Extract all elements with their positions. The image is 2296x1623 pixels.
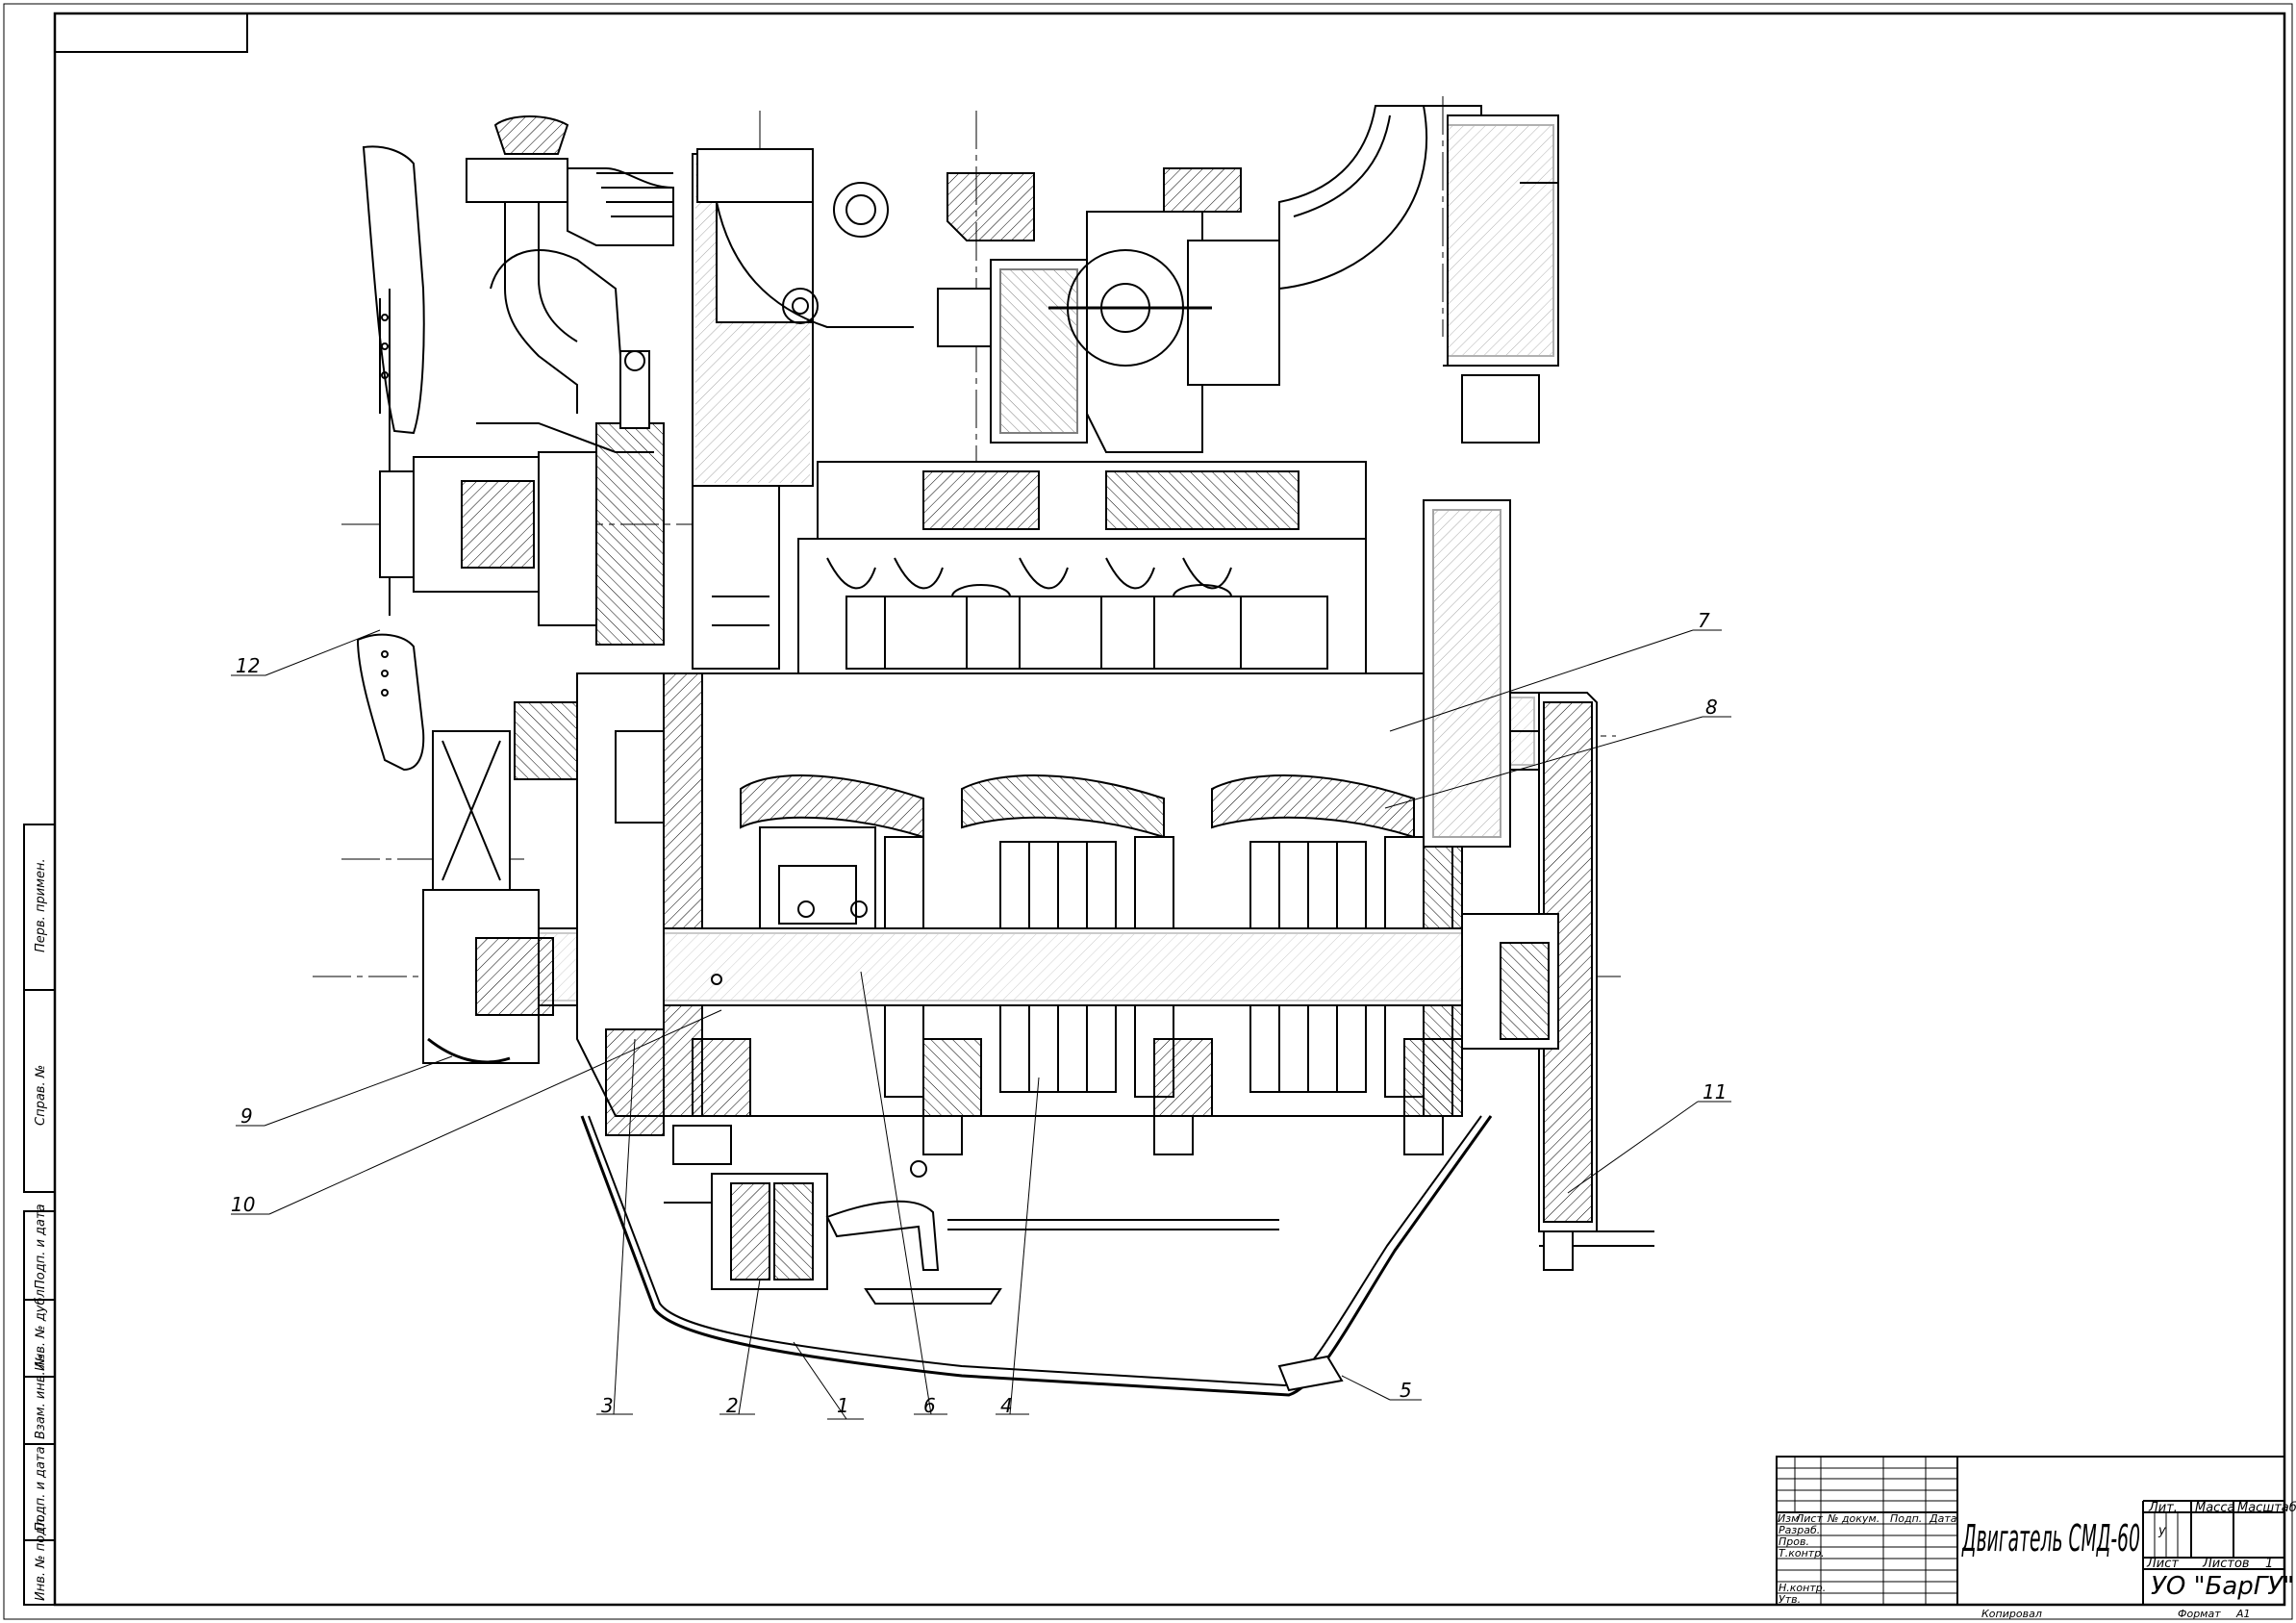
tb-masshtab: Масштаб bbox=[2237, 1501, 2296, 1515]
callout-3: 3 bbox=[601, 1394, 614, 1417]
title-block: Изм Лист № докум. Подп. Дата Разраб. Про… bbox=[1776, 1456, 2296, 1620]
tb-col-doc: № докум. bbox=[1827, 1512, 1880, 1525]
top-left-stamp-box bbox=[54, 13, 248, 53]
organization: УО "БарГУ" bbox=[2151, 1572, 2294, 1601]
engine-section-view bbox=[313, 96, 1654, 1397]
callout-5: 5 bbox=[1400, 1379, 1412, 1402]
callout-10: 10 bbox=[231, 1193, 255, 1216]
tb-list-label: Лист bbox=[2146, 1557, 2179, 1571]
tb-lit: Лит. bbox=[2148, 1501, 2178, 1515]
tb-mass-letter: у bbox=[2157, 1524, 2166, 1538]
callout-1: 1 bbox=[837, 1394, 849, 1417]
callout-7: 7 bbox=[1698, 609, 1710, 632]
callout-2: 2 bbox=[726, 1394, 739, 1417]
tb-format-label: Формат bbox=[2178, 1608, 2221, 1620]
crankshaft bbox=[523, 927, 1487, 1006]
side-vzam-inv: Взам. инв. № bbox=[34, 1355, 48, 1439]
side-perv-primen: Перв. примен. bbox=[34, 858, 48, 952]
timing-housing bbox=[576, 672, 665, 1136]
callout-12: 12 bbox=[236, 654, 260, 677]
engine-assembly-drawing: Перв. примен. Справ. № Подп. и дата Инв.… bbox=[3, 3, 2296, 1620]
tb-utv: Утв. bbox=[1779, 1593, 1801, 1606]
tb-col-date: Дата bbox=[1929, 1512, 1957, 1525]
turbocharger bbox=[937, 167, 1280, 453]
tb-listov-label: Листов bbox=[2202, 1557, 2250, 1571]
callout-8: 8 bbox=[1705, 696, 1718, 719]
callout-11: 11 bbox=[1703, 1080, 1727, 1103]
tb-sheet-number: 1 bbox=[2265, 1557, 2273, 1571]
callout-9: 9 bbox=[240, 1104, 253, 1128]
flywheel-housing bbox=[1423, 374, 1654, 1271]
side-sprav-no: Справ. № bbox=[34, 1065, 48, 1126]
side-inv-podl: Инв. № подл. bbox=[34, 1514, 48, 1601]
side-podp-data-1: Подп. и дата bbox=[34, 1204, 48, 1289]
tb-col-sign: Подп. bbox=[1890, 1512, 1922, 1525]
crankcase bbox=[663, 672, 1463, 1155]
cylinder-head bbox=[797, 461, 1367, 674]
tb-tkontr: Т.контр. bbox=[1779, 1547, 1825, 1560]
drawing-title: Двигатель СМД-60 bbox=[1961, 1517, 2140, 1560]
callout-6: 6 bbox=[923, 1394, 936, 1417]
side-stamp: Перв. примен. Справ. № Подп. и дата Инв.… bbox=[23, 824, 56, 1606]
tb-kopiroval: Копировал bbox=[1981, 1608, 2042, 1620]
tb-massa: Масса bbox=[2195, 1501, 2234, 1515]
exhaust-pipe bbox=[1278, 105, 1559, 367]
tb-format-value: А1 bbox=[2235, 1608, 2251, 1620]
callout-4: 4 bbox=[1000, 1394, 1013, 1417]
